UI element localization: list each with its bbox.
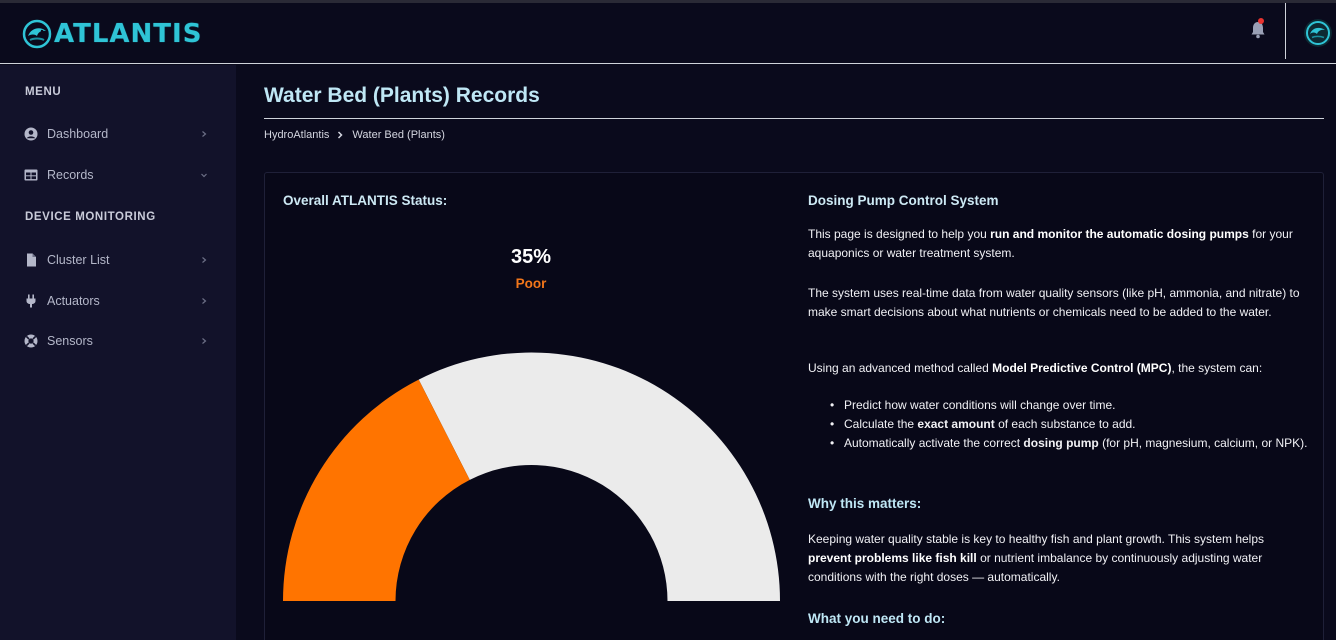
info-title: Dosing Pump Control System: [808, 193, 999, 208]
logo-text: ATLANTIS: [54, 19, 203, 49]
gauge-track: [418, 352, 780, 601]
chevron-right-icon: [202, 298, 207, 304]
user-circle-icon: [24, 127, 38, 141]
text: of each substance to add.: [994, 417, 1136, 431]
text: (for pH, magnesium, calcium, or NPK).: [1098, 436, 1308, 450]
sidebar: MENU Dashboard Records DEVICE MONITORING…: [0, 65, 236, 640]
text: Keeping water quality stable is key to h…: [808, 532, 1265, 546]
sidebar-item-sensors[interactable]: Sensors: [0, 330, 236, 352]
sidebar-item-cluster-list[interactable]: Cluster List: [0, 249, 236, 271]
sidebar-item-records[interactable]: Records: [0, 164, 236, 186]
emphasis: Model Predictive Control (MPC): [992, 361, 1172, 375]
sidebar-item-label: Records: [47, 168, 94, 182]
sidebar-item-dashboard[interactable]: Dashboard: [0, 123, 236, 145]
status-title: Overall ATLANTIS Status:: [283, 193, 448, 208]
text: , the system can:: [1171, 361, 1263, 375]
breadcrumb-item-current: Water Bed (Plants): [352, 129, 445, 141]
lifebuoy-icon: [24, 334, 38, 348]
text: Calculate the: [844, 417, 918, 431]
todo-title: What you need to do:: [808, 611, 946, 626]
emphasis: dosing pump: [1023, 436, 1099, 450]
status-gauge: [283, 352, 780, 601]
capability-list: Predict how water conditions will change…: [828, 396, 1308, 453]
plug-icon: [26, 294, 36, 308]
notification-dot: [1258, 18, 1264, 24]
emphasis: prevent problems like fish kill: [808, 551, 977, 565]
device-monitoring-header: DEVICE MONITORING: [25, 211, 156, 223]
text: This page is designed to help you: [808, 227, 991, 241]
info-paragraph-intro: This page is designed to help you run an…: [808, 225, 1308, 263]
breadcrumb-item-home[interactable]: HydroAtlantis: [264, 129, 329, 141]
navbar-divider: [1285, 3, 1286, 59]
sidebar-item-label: Cluster List: [47, 253, 110, 267]
chevron-right-icon: [202, 257, 207, 263]
logo[interactable]: ATLANTIS: [22, 18, 202, 50]
text: Using an advanced method called: [808, 361, 993, 375]
file-icon: [27, 253, 36, 267]
title-divider: [264, 118, 1324, 119]
info-paragraph-mpc: Using an advanced method called Model Pr…: [808, 359, 1308, 378]
text: Automatically activate the correct: [844, 436, 1024, 450]
sidebar-item-actuators[interactable]: Actuators: [0, 290, 236, 312]
chevron-right-icon: [338, 131, 343, 139]
menu-section-header: MENU: [25, 86, 62, 98]
chevron-right-icon: [202, 131, 207, 137]
sidebar-item-label: Actuators: [47, 294, 100, 308]
emphasis: exact amount: [917, 417, 995, 431]
dolphin-logo-icon: [22, 19, 52, 49]
info-paragraph-sensors: The system uses real-time data from wate…: [808, 286, 1300, 319]
table-icon: [24, 169, 38, 181]
top-navbar: ATLANTIS: [0, 3, 1336, 64]
breadcrumb: HydroAtlantis Water Bed (Plants): [264, 129, 445, 141]
why-title: Why this matters:: [808, 496, 922, 511]
status-label: Poor: [515, 276, 547, 291]
list-item: Predict how water conditions will change…: [828, 396, 1308, 415]
list-item: Calculate the exact amount of each subst…: [828, 415, 1308, 434]
sidebar-item-label: Dashboard: [47, 127, 109, 141]
page-title: Water Bed (Plants) Records: [264, 84, 540, 107]
chevron-down-icon: [201, 173, 207, 178]
avatar-icon[interactable]: [1304, 19, 1332, 47]
chevron-right-icon: [202, 338, 207, 344]
status-percent: 35%: [510, 246, 552, 268]
sidebar-item-label: Sensors: [47, 334, 93, 348]
info-paragraph-why: Keeping water quality stable is key to h…: [808, 530, 1308, 587]
emphasis: run and monitor the automatic dosing pum…: [990, 227, 1249, 241]
list-item: Automatically activate the correct dosin…: [828, 434, 1308, 453]
